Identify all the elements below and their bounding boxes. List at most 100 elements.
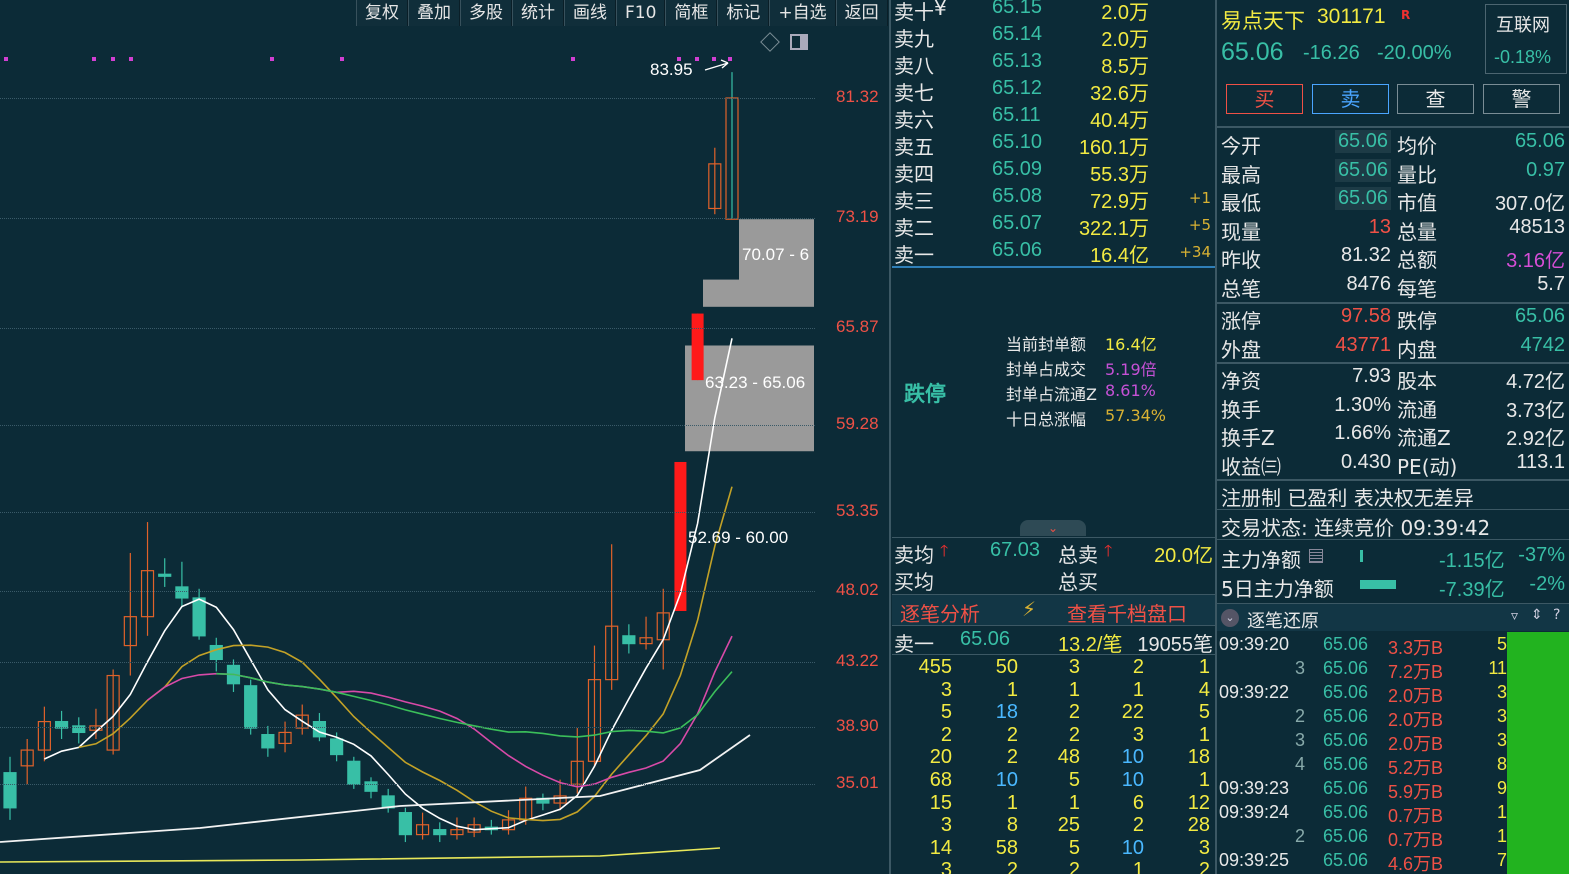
stat-label: 现量	[1221, 219, 1261, 244]
toolbar-button-2[interactable]: 多股	[460, 0, 512, 26]
ask-name: 卖一	[894, 243, 934, 267]
tick-cell: 5	[1068, 769, 1080, 791]
stat-value: 48513	[1509, 215, 1565, 238]
price-change: -16.26	[1303, 42, 1360, 64]
tick-cell: 48	[1057, 746, 1080, 769]
stat-label: 今开	[1221, 134, 1261, 158]
trade-volume: 0.7万B	[1387, 830, 1443, 850]
ask-name: 卖四	[894, 162, 934, 186]
tab-depth[interactable]: 查看千档盘口	[1067, 598, 1187, 627]
up-arrow-icon: 🡑	[940, 541, 949, 560]
trade-row[interactable]: 09:39:25 65.06 4.6万B 7	[1217, 850, 1569, 874]
ask-level[interactable]: 卖二 65.07 322.1万 +5	[892, 212, 1215, 240]
query-button[interactable]: 查	[1397, 84, 1474, 114]
ask-qty: 2.0万	[1101, 2, 1149, 24]
trade-row[interactable]: 3 65.06 2.0万B 3	[1217, 730, 1569, 754]
alert-button[interactable]: 警	[1483, 84, 1560, 114]
ask-level[interactable]: 卖七 65.12 32.6万	[892, 77, 1215, 105]
toolbar-button-8[interactable]: +自选	[769, 0, 836, 26]
toolbar-button-5[interactable]: F10	[616, 0, 666, 26]
tick-cell: 18	[1187, 746, 1210, 769]
ask-change: +1	[1188, 189, 1211, 207]
filter-icon[interactable]: ▿	[1511, 608, 1518, 624]
avg-buy-label: 买均	[894, 570, 934, 594]
sell-button[interactable]: 卖	[1312, 84, 1389, 114]
tick-cell: 12	[1187, 791, 1210, 814]
tick-cell: 10	[1121, 769, 1144, 791]
stat-row: 换手Z 1.66% 流通Z 2.92亿	[1217, 422, 1569, 450]
ask-level[interactable]: 卖一 65.06 16.4亿 +34	[892, 239, 1215, 267]
trade-volume: 3.3万B	[1387, 638, 1443, 658]
toolbar-button-0[interactable]: 复权	[356, 0, 408, 26]
tick-cell: 1	[1198, 769, 1210, 791]
help-icon[interactable]: ?	[1553, 607, 1560, 623]
expand-handle[interactable]: ⌄	[1020, 520, 1086, 536]
trade-row[interactable]: 2 65.06 2.0万B 3	[1217, 706, 1569, 730]
total-buy-label: 总买	[1058, 570, 1098, 594]
toolbar-button-4[interactable]: 画线	[564, 0, 616, 26]
stat-row: 收益㈢ 0.430 PE(动) 113.1	[1217, 451, 1569, 479]
ask-level[interactable]: 卖十 ¥65.15 2.0万	[892, 0, 1215, 24]
trade-state: 交易状态: 连续竞价 09:39:42	[1221, 516, 1491, 540]
trade-row[interactable]: 09:39:20 65.06 3.3万B 5	[1217, 634, 1569, 658]
price-tick: 48.02	[836, 580, 879, 599]
stat-value: 2.92亿	[1506, 428, 1565, 450]
trade-count: 3	[1496, 730, 1507, 750]
stat-row: 今开 65.06 均价 65.06	[1217, 130, 1569, 158]
avg-sell-value: 67.03	[990, 539, 1041, 561]
seal-value: 16.4亿	[1105, 335, 1157, 354]
tick-cell: 18	[995, 701, 1018, 724]
trade-row[interactable]: 2 65.06 0.7万B 1	[1217, 826, 1569, 850]
candle-body	[330, 738, 344, 756]
trade-row[interactable]: 09:39:23 65.06 5.9万B 9	[1217, 778, 1569, 802]
toolbar-button-1[interactable]: 叠加	[408, 0, 460, 26]
tab-analysis[interactable]: 逐笔分析	[900, 598, 980, 627]
ask-level[interactable]: 卖四 65.09 55.3万	[892, 158, 1215, 186]
toolbar-button-3[interactable]: 统计	[512, 0, 564, 26]
tick-cell: 1	[1132, 678, 1144, 701]
tick-cell: 3	[1068, 656, 1080, 678]
signal-dot	[4, 57, 8, 61]
toolbar-button-9[interactable]: 返回	[835, 0, 888, 26]
signal-dot	[571, 57, 575, 61]
tick-cell: 3	[1132, 723, 1144, 746]
ask-level[interactable]: 卖三 65.08 72.9万 +1	[892, 185, 1215, 213]
stat-row: 净资 7.93 股本 4.72亿	[1217, 365, 1569, 393]
trade-row[interactable]: 3 65.06 7.2万B 11	[1217, 658, 1569, 682]
trade-row[interactable]: 09:39:24 65.06 0.7万B 1	[1217, 802, 1569, 826]
trade-count: 3	[1496, 706, 1507, 726]
trade-price: 65.06	[1323, 826, 1369, 846]
collapse-icon[interactable]: ⌄	[1221, 609, 1239, 627]
ask-level[interactable]: 卖九 65.14 2.0万	[892, 23, 1215, 51]
candle-body	[175, 586, 189, 599]
trade-count: 3	[1496, 682, 1507, 702]
trade-count: 7	[1496, 850, 1507, 870]
ask-level[interactable]: 卖五 65.10 160.1万	[892, 131, 1215, 159]
toolbar-button-7[interactable]: 标记	[717, 0, 770, 26]
trade-seq: 3	[1294, 658, 1305, 678]
trade-row[interactable]: 09:39:22 65.06 2.0万B 3	[1217, 682, 1569, 706]
gap-label-3: 52.69 - 60.00	[688, 528, 789, 547]
quote-panel: 易点天下 301171 R 互联网 -0.18% 65.06 -16.26 -2…	[1217, 0, 1569, 874]
chart-toolbar: 复权 叠加 多股 统计 画线 F10 简框 标记 +自选 返回	[356, 0, 888, 26]
toolbar-button-6[interactable]: 简框	[665, 0, 718, 26]
trade-time: 09:39:22	[1219, 682, 1290, 702]
kline-chart-area[interactable]: 复权 叠加 多股 统计 画线 F10 简框 标记 +自选 返回 81.32 73.19 65.87 59…	[0, 0, 890, 874]
total-sell-label: 总卖	[1058, 543, 1098, 567]
sort-icon[interactable]: ⇕	[1531, 607, 1543, 623]
tick-cell: 2	[1198, 859, 1210, 874]
kline-chart[interactable]	[0, 0, 890, 874]
sector-box[interactable]: 互联网 -0.18%	[1485, 4, 1567, 74]
stat-label: 量比	[1397, 162, 1437, 187]
panel-toggle-icon[interactable]	[790, 34, 808, 50]
sell1-per: 13.2/笔	[1058, 634, 1123, 656]
list-icon[interactable]	[1309, 549, 1323, 563]
ask-level[interactable]: 卖六 65.11 40.4万	[892, 104, 1215, 132]
ask-level[interactable]: 卖八 65.13 8.5万	[892, 50, 1215, 78]
buy-button[interactable]: 买	[1226, 84, 1303, 114]
ask-change: +5	[1188, 216, 1211, 234]
stat-row: 最低 65.06 市值 307.0亿	[1217, 187, 1569, 215]
price-tick: 38.90	[836, 716, 879, 735]
tick-cell: 14	[929, 836, 952, 859]
trade-row[interactable]: 4 65.06 5.2万B 8	[1217, 754, 1569, 778]
